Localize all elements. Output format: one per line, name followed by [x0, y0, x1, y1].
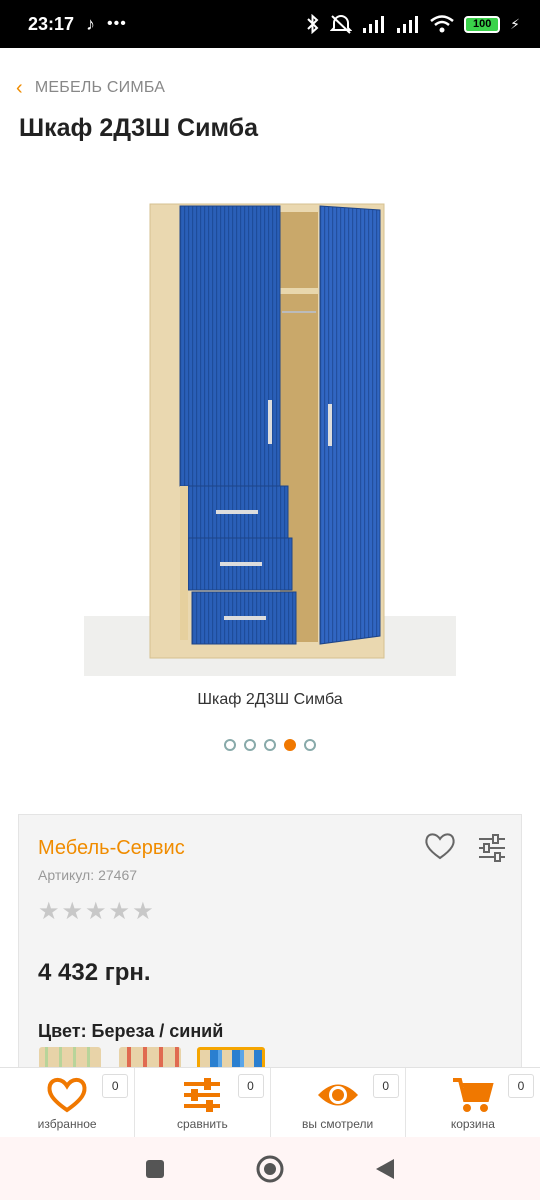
cart-icon [452, 1078, 494, 1112]
status-time: 23:17 [28, 13, 75, 34]
heart-icon [47, 1077, 87, 1113]
carousel-dot[interactable] [264, 739, 276, 751]
sku-label: Артикул: [38, 867, 95, 883]
star-icon: ★ [85, 898, 107, 925]
tiktok-icon: ♪ [86, 13, 96, 34]
recent-apps-icon[interactable] [144, 1158, 166, 1180]
nav-count: 0 [237, 1074, 264, 1098]
system-nav-bar [0, 1137, 540, 1200]
brand-link[interactable]: Мебель-Сервис [38, 837, 185, 860]
product-info-card: Мебель-Сервис Артикул: 27467 ★ ★ ★ ★ ★ 4 … [18, 814, 522, 1071]
sku: Артикул: 27467 [38, 867, 137, 883]
color-label: Цвет: Береза / синий [38, 1021, 224, 1041]
signal-icon-2 [397, 16, 419, 33]
carousel-dot[interactable] [244, 739, 256, 751]
star-icon: ★ [132, 898, 154, 925]
home-icon[interactable] [256, 1155, 284, 1183]
breadcrumb[interactable]: ‹ МЕБЕЛЬ СИМБА [16, 78, 165, 98]
battery-level: 100 [472, 18, 492, 30]
page-title: Шкаф 2Д3Ш Симба [19, 114, 258, 142]
price: 4 432 грн. [38, 959, 151, 986]
rating-stars[interactable]: ★ ★ ★ ★ ★ [38, 900, 154, 924]
bluetooth-icon [307, 14, 319, 34]
eye-icon [317, 1084, 358, 1106]
mute-icon [330, 15, 353, 34]
carousel-dot[interactable] [224, 739, 236, 751]
star-icon: ★ [61, 898, 84, 925]
carousel-dots [0, 739, 540, 751]
sliders-icon [184, 1078, 221, 1112]
more-icon: ••• [107, 15, 127, 32]
carousel-dot-active[interactable] [284, 739, 296, 751]
nav-count: 0 [102, 1074, 129, 1098]
nav-compare[interactable]: сравнить 0 [135, 1068, 271, 1137]
back-icon[interactable] [374, 1157, 396, 1181]
status-bar: 23:17 ♪ ••• 100 ⚡ [0, 0, 540, 48]
product-image[interactable] [84, 176, 456, 676]
breadcrumb-label: МЕБЕЛЬ СИМБА [34, 79, 166, 96]
nav-label: избранное [37, 1117, 97, 1131]
sku-value: 27467 [98, 867, 138, 883]
star-icon: ★ [108, 898, 131, 925]
heart-icon[interactable] [423, 831, 457, 861]
battery-icon: 100 [464, 15, 501, 33]
image-caption: Шкаф 2Д3Ш Симба [197, 691, 343, 708]
nav-label: корзина [450, 1117, 495, 1131]
charging-icon: ⚡ [510, 15, 520, 32]
wifi-icon [430, 15, 454, 33]
nav-count: 0 [508, 1074, 534, 1098]
nav-count: 0 [372, 1074, 399, 1098]
signal-icon [363, 16, 385, 33]
bottom-nav: избранное 0 сравнить 0 вы смотрели 0 кор… [0, 1067, 540, 1137]
nav-favorites[interactable]: избранное 0 [0, 1068, 136, 1137]
chevron-left-icon: ‹ [16, 77, 23, 99]
star-icon: ★ [38, 898, 60, 925]
nav-viewed[interactable]: вы смотрели 0 [271, 1068, 406, 1137]
nav-label: вы смотрели [302, 1117, 374, 1131]
sliders-icon[interactable] [477, 833, 507, 863]
carousel-dot[interactable] [304, 739, 316, 751]
nav-cart[interactable]: корзина 0 [406, 1068, 540, 1137]
nav-label: сравнить [176, 1117, 228, 1131]
